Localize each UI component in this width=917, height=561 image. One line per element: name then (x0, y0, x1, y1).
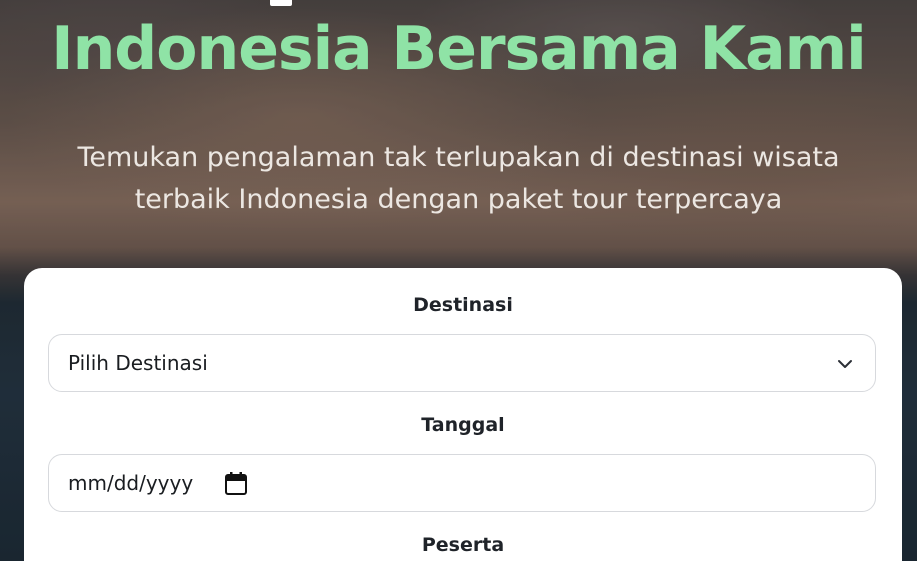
hero-title: Indonesia Bersama Kami (51, 14, 866, 84)
destination-selected-value: Pilih Destinasi (68, 351, 208, 375)
date-placeholder: mm/dd/yyyy (68, 471, 194, 495)
chevron-down-icon (838, 360, 852, 368)
destination-label: Destinasi (413, 294, 513, 316)
destination-select[interactable]: Pilih Destinasi (48, 334, 876, 392)
search-form-card: Destinasi Pilih Destinasi Tanggal mm/dd/… (24, 268, 902, 561)
hero-section: Indonesia Bersama Kami Temukan pengalama… (0, 0, 917, 561)
date-label: Tanggal (421, 414, 505, 436)
participants-label: Peserta (421, 534, 505, 556)
date-input[interactable]: mm/dd/yyyy (48, 454, 876, 512)
calendar-icon[interactable] (225, 471, 248, 495)
hero-subtitle: Temukan pengalaman tak terlupakan di des… (77, 142, 840, 215)
heading-partial-line (245, 0, 315, 6)
